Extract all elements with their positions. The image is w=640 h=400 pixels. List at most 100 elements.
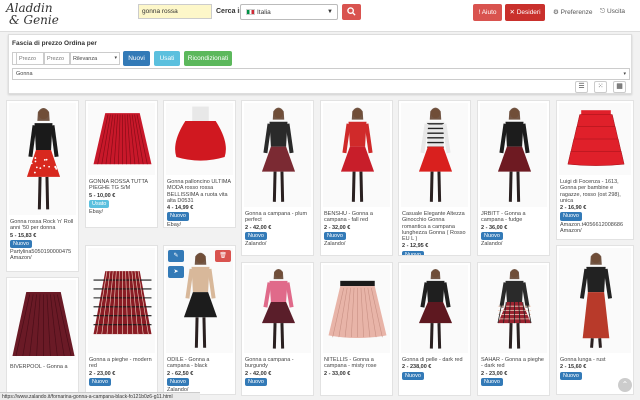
product-card[interactable]: BENSHU - Gonna a campana - fall red 2 - 3… [320, 100, 393, 256]
product-source: Amazon.t4056612008686 Amazon/ [560, 222, 630, 235]
product-price: 2 - 23,00 € [481, 371, 546, 377]
product-info: Gonna lunga - rust 2 - 15,60 € Nuovo [560, 357, 630, 380]
new-button[interactable]: Nuovi [123, 51, 150, 66]
product-title[interactable]: Casuale Elegante Altezza Ginocchio Gonna… [402, 211, 467, 242]
price-min-input[interactable]: Prezzo [16, 52, 44, 65]
product-info: ODILE - Gonna a campana - black 2 - 62,50… [167, 357, 232, 393]
product-image[interactable] [323, 265, 390, 353]
product-image[interactable] [323, 103, 390, 207]
product-card[interactable]: BIVERPOOL - Gonna a [6, 277, 79, 397]
product-image[interactable] [88, 248, 155, 353]
product-title[interactable]: ODILE - Gonna a campana - black [167, 357, 232, 370]
product-title[interactable]: NITELLIS - Gonna a campana - misty rose [324, 357, 389, 370]
status-bar-url: https://www.zalando.it/fornarina-gonna-a… [0, 392, 200, 400]
condition-badge: Nuovo [245, 232, 267, 240]
product-title[interactable]: Luigi di Focenza - 1613, Gonna per bambi… [560, 179, 630, 204]
category-select[interactable]: Gonna ▾ [12, 68, 630, 80]
logout-link[interactable]: ⎋ Uscita [600, 8, 625, 16]
product-card[interactable]: Gonna a campana - plum perfect 2 - 42,00 … [241, 100, 314, 256]
product-info: BIVERPOOL - Gonna a [10, 364, 75, 370]
search-button[interactable] [342, 4, 361, 20]
logo-line-2: & Genie [6, 14, 59, 26]
product-card[interactable]: Casuale Elegante Altezza Ginocchio Gonna… [398, 100, 471, 256]
product-card[interactable]: Gonna di pelle - dark red 2 - 238,00 € Nuo… [398, 262, 471, 396]
category-value: Gonna [16, 71, 33, 77]
chevron-down-icon: ▼ [327, 9, 333, 15]
product-image[interactable] [9, 103, 76, 215]
product-card[interactable]: Gonna palloncino ULTIMA MODA rosso rossa… [163, 100, 236, 228]
product-card[interactable]: Gonna lunga - rust 2 - 15,60 € Nuovo [556, 245, 634, 395]
condition-badge: Usato [89, 200, 109, 208]
product-title[interactable]: BIVERPOOL - Gonna a [10, 364, 75, 370]
pin-button[interactable]: ✎ [168, 250, 184, 262]
condition-badge: Nuovo [167, 212, 189, 220]
condition-badge: Nuovo [10, 240, 32, 248]
product-source: Partylina5050190000475 Amazon/ [10, 249, 75, 262]
product-card[interactable]: Gonna a campana - burgundy 2 - 42,00 € Nuo… [241, 262, 314, 396]
product-info: NITELLIS - Gonna a campana - misty rose 2… [324, 357, 389, 377]
product-card[interactable]: ✎ ➤ 🗑 ODILE - Gonna a campana - black 2 - 62… [163, 245, 236, 395]
product-source: Ebay/ [89, 209, 154, 215]
used-button[interactable]: Usati [154, 51, 180, 66]
product-image[interactable] [244, 265, 311, 353]
product-image[interactable] [401, 103, 468, 207]
product-image[interactable] [9, 280, 76, 360]
product-info: Gonna di pelle - dark red 2 - 238,00 € Nuo… [402, 357, 467, 380]
grid-small-button[interactable]: ⁙ [594, 81, 607, 93]
product-card[interactable]: SAHAR - Gonna a pieghe - dark red 2 - 23,… [477, 262, 550, 396]
product-source: Zalando/ [324, 241, 389, 247]
product-title[interactable]: GONNA ROSSA TUTTA PIEGHE TG S/M [89, 179, 154, 192]
product-image[interactable] [480, 103, 547, 207]
product-image[interactable] [401, 265, 468, 353]
product-card[interactable]: Gonna a pieghe - modern red 2 - 23,00 € Nu… [85, 245, 158, 395]
logo[interactable]: Aladdin & Genie [6, 2, 59, 26]
product-title[interactable]: SAHAR - Gonna a pieghe - dark red [481, 357, 546, 370]
product-image[interactable] [559, 248, 631, 353]
sort-chevron-icon: ▾ [114, 55, 117, 61]
product-source: Ebay/ [167, 222, 232, 228]
price-max-input[interactable]: Prezzo [44, 52, 70, 65]
share-button[interactable]: ➤ [168, 266, 184, 278]
product-title[interactable]: Gonna palloncino ULTIMA MODA rosso rossa… [167, 179, 232, 204]
product-price: 2 - 15,60 € [560, 364, 630, 370]
product-image[interactable] [88, 103, 155, 175]
country-select[interactable]: Italia ▼ [240, 4, 338, 20]
wishlist-button[interactable]: ✕ Desideri [505, 4, 545, 21]
list-view-icon: ☰ [578, 83, 584, 90]
search-input[interactable]: gonna rossa [138, 4, 212, 19]
product-title[interactable]: Gonna a campana - plum perfect [245, 211, 310, 224]
product-card[interactable]: NITELLIS - Gonna a campana - misty rose 2… [320, 262, 393, 396]
condition-badge: Nuovo [402, 251, 424, 256]
product-card[interactable]: Gonna rossa Rock 'n' Roll anni '50 per d… [6, 100, 79, 272]
product-card[interactable]: GONNA ROSSA TUTTA PIEGHE TG S/M 5 - 10,00… [85, 100, 158, 228]
product-source: Zalando/ [245, 241, 310, 247]
delete-button[interactable]: 🗑 [215, 250, 231, 262]
help-button[interactable]: ! Aiuto [473, 4, 502, 21]
product-image[interactable] [166, 248, 233, 353]
product-card[interactable]: JRBITT - Gonna a campana - fudge 2 - 36,0… [477, 100, 550, 256]
product-title[interactable]: Gonna di pelle - dark red [402, 357, 467, 363]
sort-value: Rilevanza [73, 56, 97, 62]
product-title[interactable]: Gonna rossa Rock 'n' Roll anni '50 per d… [10, 219, 75, 232]
refurbished-button[interactable]: Ricondizionati [184, 51, 232, 66]
product-image[interactable] [480, 265, 547, 353]
product-info: Gonna a campana - plum perfect 2 - 42,00 … [245, 211, 310, 247]
product-image[interactable] [244, 103, 311, 207]
scroll-top-button[interactable]: ⌃ [618, 378, 632, 392]
grid-large-button[interactable]: ▦ [613, 81, 626, 93]
product-image[interactable] [559, 103, 631, 175]
product-image[interactable] [166, 103, 233, 175]
condition-badge: Nuovo [402, 372, 424, 380]
product-title[interactable]: Gonna a campana - burgundy [245, 357, 310, 370]
list-view-button[interactable]: ☰ [575, 81, 588, 93]
preferences-link[interactable]: ⚙ Preferenze [553, 8, 592, 16]
product-title[interactable]: Gonna lunga - rust [560, 357, 630, 363]
product-title[interactable]: JRBITT - Gonna a campana - fudge [481, 211, 546, 224]
product-title[interactable]: Gonna a pieghe - modern red [89, 357, 154, 370]
product-info: BENSHU - Gonna a campana - fall red 2 - 3… [324, 211, 389, 247]
product-info: Luigi di Focenza - 1613, Gonna per bambi… [560, 179, 630, 234]
product-title[interactable]: BENSHU - Gonna a campana - fall red [324, 211, 389, 224]
product-price: 5 - 10,00 € [89, 193, 154, 199]
sort-select[interactable]: Rilevanza ▾ [70, 52, 120, 65]
product-card[interactable]: Luigi di Focenza - 1613, Gonna per bambi… [556, 100, 634, 240]
